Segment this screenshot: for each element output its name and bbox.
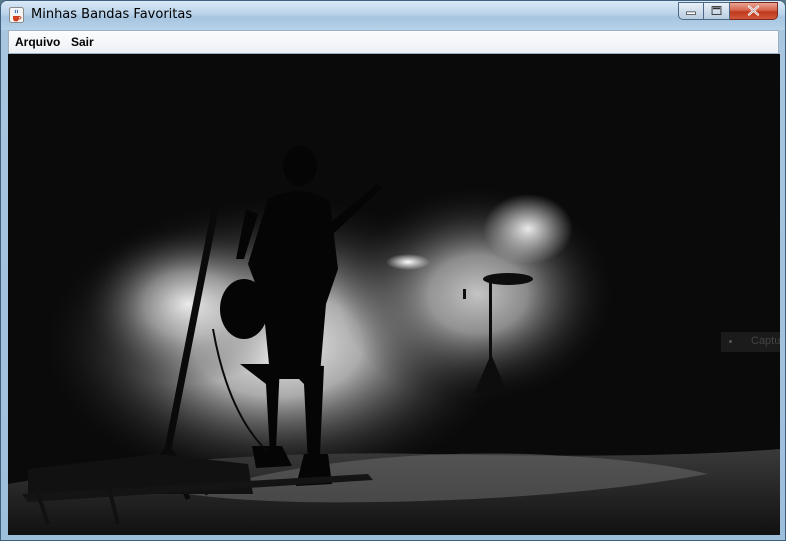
- menu-bar: Arquivo Sair: [8, 30, 779, 54]
- window-title: Minhas Bandas Favoritas: [31, 7, 193, 22]
- minimize-button[interactable]: [678, 2, 704, 20]
- maximize-icon: [711, 6, 722, 15]
- application-window: Minhas Bandas Favoritas Arquivo Sair Cap…: [0, 0, 786, 541]
- close-icon: [747, 5, 760, 16]
- tooltip-text: Captu: [751, 335, 780, 347]
- concert-photo-image: [8, 54, 780, 535]
- minimize-icon: [686, 11, 696, 15]
- menu-sair[interactable]: Sair: [71, 35, 94, 49]
- tooltip-dot-icon: [729, 340, 732, 343]
- title-bar[interactable]: Minhas Bandas Favoritas: [1, 1, 785, 30]
- maximize-button[interactable]: [704, 2, 730, 20]
- ghost-tooltip: Captu: [721, 332, 780, 352]
- java-cup-icon: [9, 7, 24, 23]
- concert-photo: Captu: [8, 54, 780, 535]
- close-button[interactable]: [730, 2, 778, 20]
- menu-arquivo[interactable]: Arquivo: [15, 35, 60, 49]
